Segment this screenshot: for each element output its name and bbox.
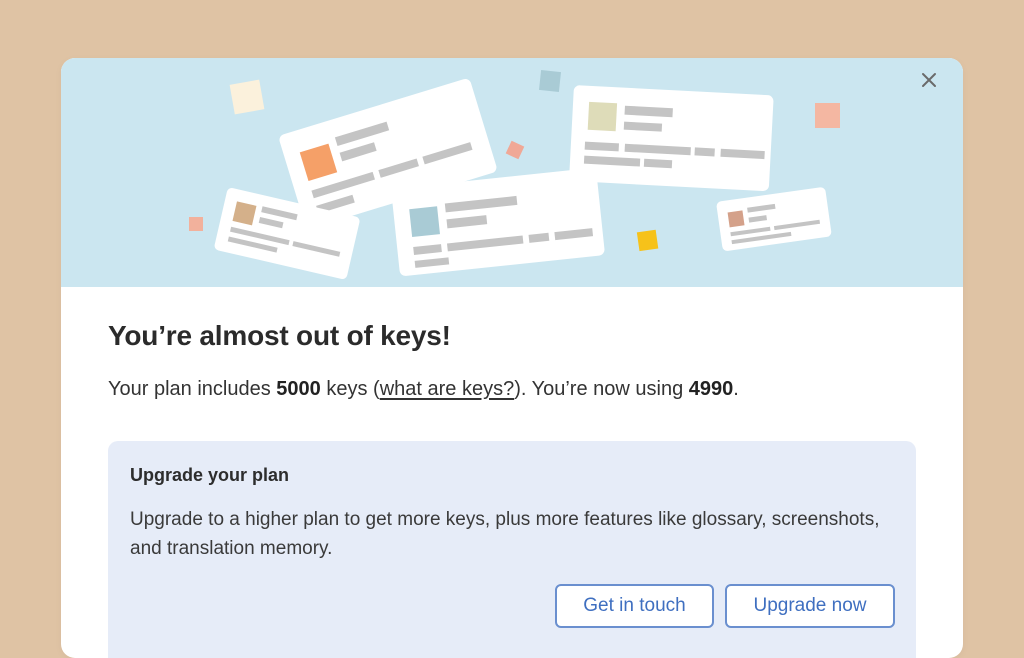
plan-middle: keys (: [320, 378, 380, 400]
dialog-title: You’re almost out of keys!: [108, 320, 451, 351]
keys-used-count: 4990: [688, 378, 734, 400]
get-in-touch-button[interactable]: Get in touch: [555, 584, 714, 628]
plan-suffix: ). You’re now using: [514, 378, 689, 400]
upgrade-now-button[interactable]: Upgrade now: [725, 584, 895, 628]
close-button[interactable]: [921, 72, 947, 98]
plan-usage-text: Your plan includes 5000 keys (what are k…: [108, 378, 739, 401]
plan-end: .: [733, 378, 739, 400]
what-are-keys-link[interactable]: what are keys?: [380, 378, 515, 400]
plan-key-limit: 5000: [276, 378, 321, 400]
close-icon: [922, 73, 936, 87]
upgrade-panel-description: Upgrade to a higher plan to get more key…: [130, 509, 880, 559]
upgrade-panel: Upgrade your plan Upgrade to a higher pl…: [108, 441, 916, 658]
hero-illustration: [61, 58, 963, 287]
upgrade-panel-title: Upgrade your plan: [130, 465, 290, 485]
plan-prefix: Your plan includes: [108, 378, 277, 400]
upgrade-dialog: You’re almost out of keys! Your plan inc…: [61, 58, 963, 658]
key-cards-illustration: [189, 70, 840, 279]
